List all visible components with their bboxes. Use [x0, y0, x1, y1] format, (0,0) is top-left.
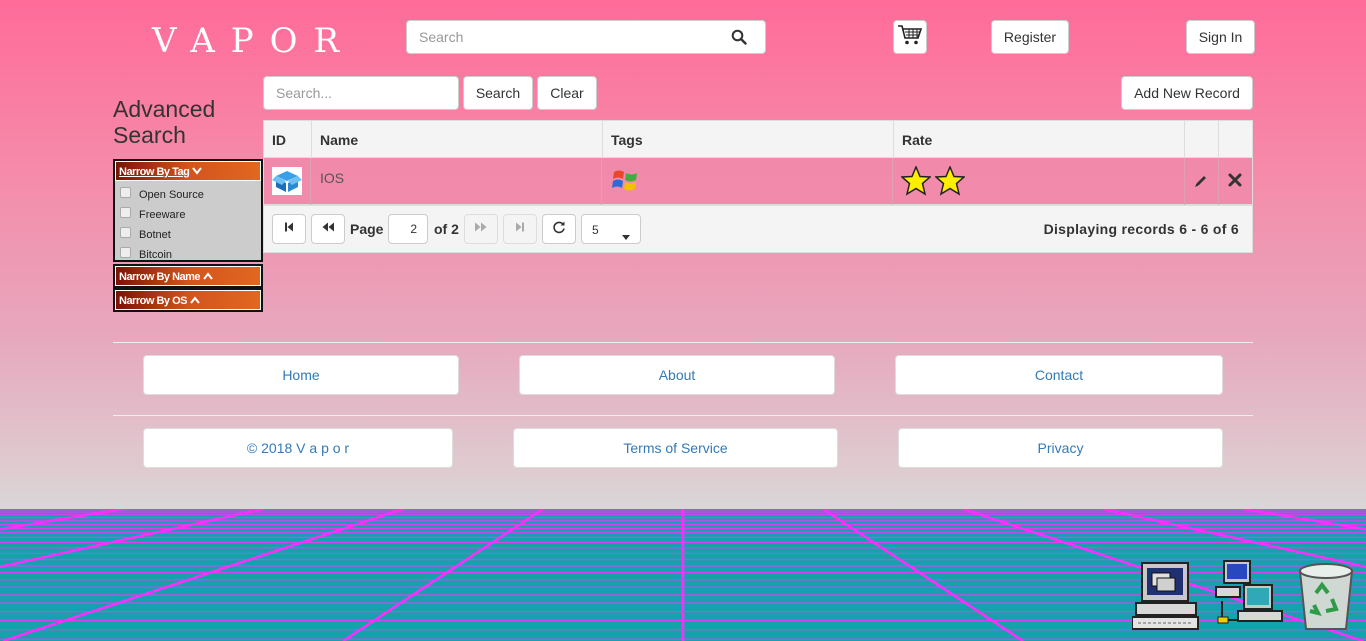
tag-option-label: Freeware	[139, 209, 186, 221]
next-page-button[interactable]	[464, 214, 498, 244]
network-icon[interactable]	[1212, 557, 1283, 631]
tag-option-label: Open Source	[139, 189, 204, 201]
narrow-by-name-header[interactable]: Narrow By Name	[115, 266, 261, 286]
rewind-icon	[321, 220, 335, 238]
narrow-by-tag-label: Narrow By Tag	[119, 166, 190, 178]
register-button[interactable]: Register	[991, 20, 1069, 54]
pencil-icon[interactable]	[1194, 174, 1208, 191]
column-header-delete	[1219, 121, 1252, 159]
footer-privacy-link[interactable]: Privacy	[898, 428, 1223, 468]
last-page-button[interactable]	[503, 214, 537, 244]
first-page-icon	[283, 220, 295, 238]
table-row[interactable]: IOS	[263, 158, 1253, 205]
add-new-record-button[interactable]: Add New Record	[1121, 76, 1253, 110]
tag-checkbox-bitcoin[interactable]	[120, 246, 131, 258]
chevron-up-icon	[189, 295, 200, 307]
column-header-tags[interactable]: Tags	[603, 121, 894, 159]
star-icon	[934, 165, 966, 196]
page-count-label: of 2	[434, 221, 459, 237]
page-number-input[interactable]	[388, 214, 428, 244]
page-size-value: 5	[592, 223, 599, 237]
column-header-name[interactable]: Name	[312, 121, 603, 159]
row-id-cell	[264, 158, 311, 205]
page-size-select[interactable]: 5	[581, 214, 641, 244]
tag-checkbox-open-source[interactable]	[120, 186, 131, 198]
previous-page-button[interactable]	[311, 214, 345, 244]
narrow-by-name-label: Narrow By Name	[119, 271, 201, 283]
column-header-edit	[1185, 121, 1219, 159]
header-search-input[interactable]	[407, 21, 707, 53]
row-tags-cell	[602, 158, 893, 205]
grid-search-box[interactable]	[263, 76, 459, 110]
row-name-text: IOS	[320, 170, 345, 186]
rating-stars	[900, 165, 969, 196]
fast-forward-icon	[474, 220, 488, 238]
search-icon[interactable]	[731, 29, 747, 45]
vapor-logo[interactable]: VAPOR	[152, 21, 355, 61]
windows-logo-icon	[612, 168, 640, 195]
tag-option-label: Bitcoin	[139, 249, 173, 261]
grid-header-row: ID Name Tags Rate	[263, 120, 1253, 159]
row-name-cell: IOS	[311, 158, 602, 205]
cart-button[interactable]	[893, 20, 927, 54]
tag-option-bitcoin: Bitcoin	[120, 245, 261, 265]
tag-option-botnet: Botnet	[120, 225, 261, 245]
box-icon	[272, 167, 302, 198]
grid-search-input[interactable]	[264, 77, 454, 109]
narrow-by-os-label: Narrow By OS	[119, 295, 187, 307]
chevron-up-icon	[202, 271, 213, 283]
last-page-icon	[514, 220, 526, 238]
narrow-by-os-panel: Narrow By OS	[113, 288, 263, 312]
footer-terms-link[interactable]: Terms of Service	[513, 428, 838, 468]
row-rate-cell	[893, 158, 1185, 205]
refresh-button[interactable]	[542, 214, 576, 244]
tag-option-freeware: Freeware	[120, 205, 261, 225]
footer-contact-link[interactable]: Contact	[895, 355, 1223, 395]
grid-clear-button[interactable]: Clear	[537, 76, 597, 110]
sign-in-button[interactable]: Sign In	[1186, 20, 1255, 54]
tag-option-label: Botnet	[139, 229, 171, 241]
star-icon	[900, 165, 932, 196]
column-header-rate[interactable]: Rate	[894, 121, 1185, 159]
row-delete-cell	[1219, 158, 1252, 205]
narrow-by-name-panel: Narrow By Name	[113, 264, 263, 288]
narrow-by-os-header[interactable]: Narrow By OS	[115, 290, 261, 310]
refresh-icon	[552, 220, 566, 239]
records-grid: ID Name Tags Rate IOS Page 2 of 2 5 Disp…	[263, 120, 1253, 253]
tag-option-open-source: Open Source	[120, 185, 261, 205]
footer-about-link[interactable]: About	[519, 355, 835, 395]
footer-divider-top	[113, 342, 1253, 343]
grid-search-button[interactable]: Search	[463, 76, 533, 110]
tag-checkbox-freeware[interactable]	[120, 206, 131, 218]
footer-copyright[interactable]: © 2018 V a p o r	[143, 428, 453, 468]
records-summary: Displaying records 6 - 6 of 6	[1043, 221, 1239, 237]
first-page-button[interactable]	[272, 214, 306, 244]
recycle-bin-icon[interactable]	[1292, 557, 1360, 631]
narrow-by-tag-header[interactable]: Narrow By Tag	[115, 161, 261, 181]
grid-pager: Page of 2 5 Displaying records 6 - 6 of …	[263, 205, 1253, 253]
footer-home-link[interactable]: Home	[143, 355, 459, 395]
computer-icon[interactable]	[1131, 559, 1200, 633]
row-edit-cell	[1185, 158, 1219, 205]
close-icon[interactable]	[1228, 173, 1242, 190]
narrow-by-tag-panel: Narrow By Tag Open Source Freeware Botne…	[113, 159, 263, 262]
page-label: Page	[350, 221, 384, 237]
footer-divider-bottom	[113, 415, 1253, 416]
advanced-search-title: Advanced Search	[113, 96, 216, 148]
caret-down-icon	[622, 227, 630, 245]
chevron-down-icon	[192, 166, 202, 178]
header-search-box[interactable]	[406, 20, 766, 54]
shopping-cart-icon	[897, 23, 923, 52]
column-header-id[interactable]: ID	[264, 121, 312, 159]
tag-checkbox-botnet[interactable]	[120, 226, 131, 238]
